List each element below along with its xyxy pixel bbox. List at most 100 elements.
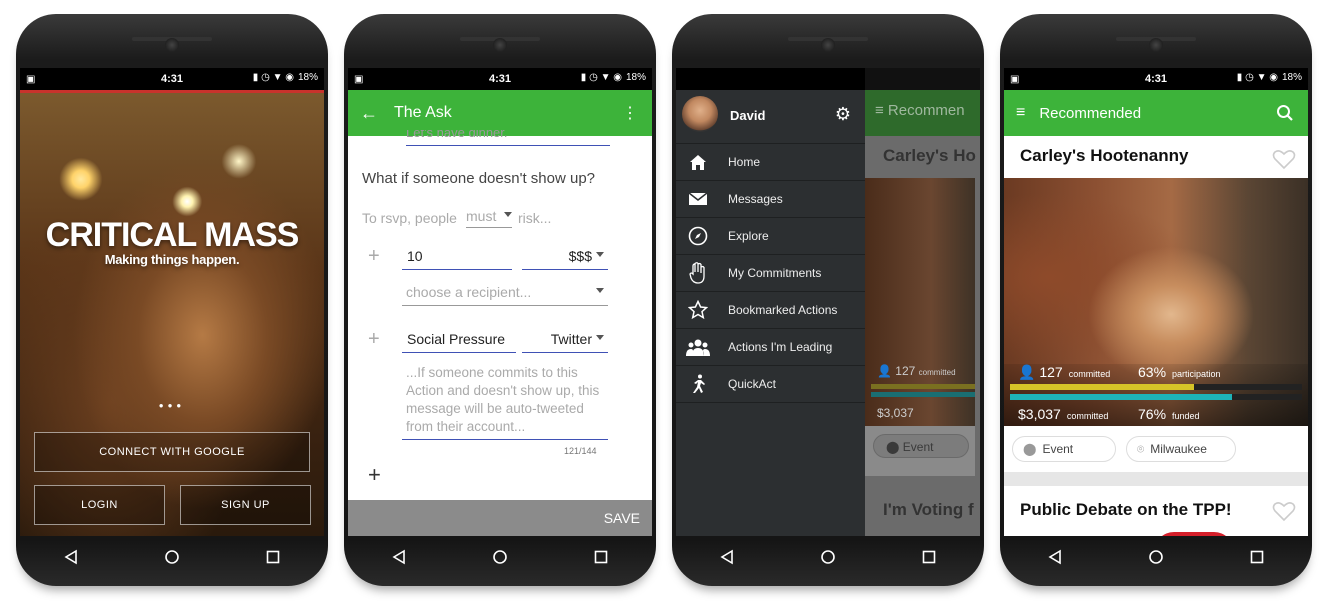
- home-icon: [686, 150, 710, 174]
- chip-location-label: Milwaukee: [1150, 442, 1207, 456]
- camera: [821, 38, 835, 52]
- home-nav-icon[interactable]: [820, 549, 836, 565]
- bg-card-title: Carley's Ho: [883, 146, 976, 165]
- back-icon[interactable]: [719, 549, 735, 565]
- home-nav-icon[interactable]: [164, 549, 180, 565]
- menu-item-leading[interactable]: Actions I'm Leading: [676, 329, 865, 366]
- menu-item-commitments[interactable]: My Commitments: [676, 255, 865, 292]
- participation-stat: 63% participation: [1138, 364, 1221, 380]
- participation-value: 63%: [1138, 364, 1167, 380]
- heart-icon[interactable]: [1272, 148, 1296, 170]
- recipient-select[interactable]: choose a recipient...: [402, 284, 608, 306]
- currency-select[interactable]: $$$: [522, 248, 608, 270]
- screen-nav-drawer: ≡ Recommen Carley's Ho 👤 127 committed $…: [676, 68, 980, 536]
- add-stake-icon[interactable]: +: [368, 245, 380, 268]
- funds-stat: $3,037 committed: [1018, 406, 1108, 422]
- bg-card2-title: I'm Voting f: [883, 500, 974, 519]
- menu-label: Actions I'm Leading: [728, 340, 833, 354]
- hand-icon: [686, 261, 710, 285]
- location-pin-icon: ⌾: [1137, 441, 1145, 456]
- envelope-icon: [686, 187, 710, 211]
- group-icon: [686, 335, 710, 359]
- back-arrow-icon[interactable]: ←: [360, 103, 378, 124]
- menu-item-home[interactable]: Home: [676, 144, 865, 181]
- menu-label: My Commitments: [728, 266, 822, 280]
- title-field[interactable]: Let's have dinner.: [406, 130, 610, 146]
- nav-bar: [20, 536, 324, 578]
- platform-value: Twitter: [550, 331, 592, 347]
- chip-event-label: Event: [1042, 442, 1074, 456]
- menu-item-messages[interactable]: Messages: [676, 181, 865, 218]
- app-tagline: Making things happen.: [104, 252, 240, 267]
- save-button[interactable]: SAVE: [604, 510, 640, 526]
- card2-title: Public Debate on the TPP!: [1020, 500, 1232, 519]
- screen-recommended: ▣ 4:31 ▮ ◷ ▼ ◉ 18% ≡ Recommended Carley's…: [1004, 68, 1308, 536]
- add-pressure-icon[interactable]: +: [368, 328, 380, 351]
- bg-app-bar: ≡ Recommen: [865, 90, 980, 136]
- back-icon[interactable]: [63, 549, 79, 565]
- recents-icon[interactable]: [593, 549, 609, 565]
- phone-frame-4: ▣ 4:31 ▮ ◷ ▼ ◉ 18% ≡ Recommended Carley's…: [1000, 14, 1312, 586]
- hero-accent-bar: [20, 90, 324, 93]
- rsvp-mode-select[interactable]: must: [466, 208, 512, 228]
- bg-bar-yellow: [871, 384, 975, 389]
- camera: [1149, 38, 1163, 52]
- recents-icon[interactable]: [1249, 549, 1265, 565]
- heart-icon[interactable]: [1272, 500, 1296, 522]
- menu-item-quickact[interactable]: QuickAct: [676, 366, 865, 403]
- home-nav-icon[interactable]: [492, 549, 508, 565]
- connect-google-button[interactable]: CONNECT WITH GOOGLE: [34, 432, 310, 472]
- bg-chip-event: ⬤ Event: [873, 434, 969, 458]
- funded-stat: 76% funded: [1138, 406, 1200, 422]
- login-button[interactable]: LOGIN: [34, 485, 165, 525]
- menu-label: QuickAct: [728, 377, 777, 391]
- card-title: Carley's Hootenanny: [1020, 146, 1189, 165]
- participation-label: participation: [1172, 369, 1221, 379]
- recents-icon[interactable]: [265, 549, 281, 565]
- currency-value: $$$: [568, 248, 592, 264]
- message-placeholder: ...If someone commits to this Action and…: [406, 365, 600, 434]
- signup-button[interactable]: SIGN UP: [180, 485, 311, 525]
- phone-frame-2: ▣ 4:31 ▮ ◷ ▼ ◉ 18% ← The Ask ⋮ Let's have…: [344, 14, 656, 586]
- gear-icon[interactable]: ⚙: [835, 104, 851, 125]
- bg-count-value: 127: [895, 364, 916, 378]
- camera: [493, 38, 507, 52]
- page-indicator: ●●●: [158, 401, 186, 410]
- compass-icon: [686, 224, 710, 248]
- hamburger-menu-icon[interactable]: ≡: [1016, 104, 1025, 122]
- participation-bar: [1010, 384, 1194, 390]
- funded-value: 76%: [1138, 406, 1167, 422]
- action-card[interactable]: Carley's Hootenanny 👤 127 committed 63% pa…: [1004, 136, 1308, 472]
- bg-status: [865, 68, 980, 90]
- screen-title: Recommended: [1039, 104, 1142, 122]
- platform-select[interactable]: Twitter: [522, 331, 608, 353]
- phone-frame-1: ▣ 4:31 ▮ ◷ ▼ ◉ 18% CRITICAL MASS Making t…: [16, 14, 328, 586]
- status-bar: ▣ 4:31 ▮ ◷ ▼ ◉ 18%: [1004, 68, 1308, 90]
- recents-icon[interactable]: [921, 549, 937, 565]
- committed-count-label: committed: [1068, 369, 1111, 379]
- menu-label: Explore: [728, 229, 769, 243]
- amount-input[interactable]: 10: [402, 248, 512, 270]
- user-name: David: [730, 108, 766, 123]
- chip-location[interactable]: ⌾ Milwaukee: [1126, 436, 1236, 462]
- bg-stat-funds: $3,037: [877, 406, 914, 420]
- search-icon[interactable]: [1276, 104, 1294, 122]
- amount-value: 10: [407, 248, 423, 264]
- avatar[interactable]: [682, 96, 718, 132]
- chip-event[interactable]: ⬤ Event: [1012, 436, 1116, 462]
- overflow-menu-icon[interactable]: ⋮: [622, 103, 638, 123]
- background-content: ≡ Recommen Carley's Ho 👤 127 committed $…: [865, 68, 980, 536]
- back-icon[interactable]: [1047, 549, 1063, 565]
- char-counter: 121/144: [564, 446, 597, 456]
- camera: [165, 38, 179, 52]
- home-nav-icon[interactable]: [1148, 549, 1164, 565]
- message-textarea[interactable]: ...If someone commits to this Action and…: [402, 364, 608, 440]
- running-icon: [686, 372, 710, 396]
- pressure-input[interactable]: Social Pressure: [402, 331, 516, 353]
- screen-title: The Ask: [394, 104, 452, 121]
- add-item-icon[interactable]: +: [368, 462, 381, 488]
- back-icon[interactable]: [391, 549, 407, 565]
- menu-item-bookmarked[interactable]: Bookmarked Actions: [676, 292, 865, 329]
- menu-item-explore[interactable]: Explore: [676, 218, 865, 255]
- action-card-2[interactable]: Public Debate on the TPP!: [1004, 486, 1308, 536]
